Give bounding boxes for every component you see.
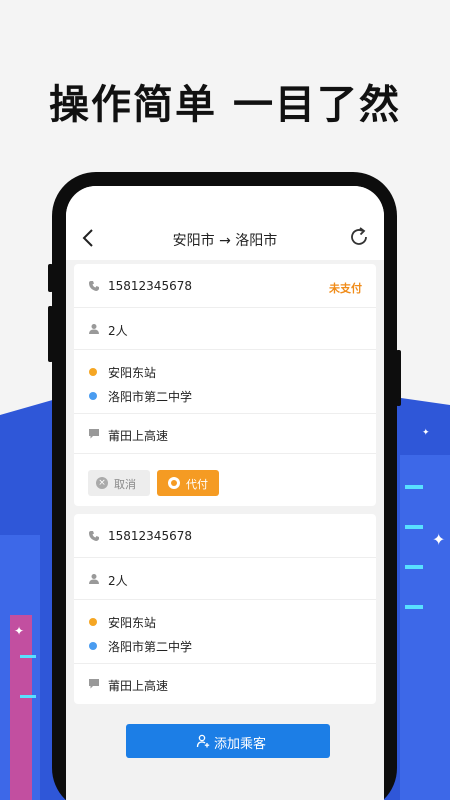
- destination-station: 洛阳市第二中学: [108, 640, 193, 654]
- destination-station: 洛阳市第二中学: [108, 390, 193, 404]
- message-icon: [89, 679, 99, 689]
- origin-station: 安阳东站: [108, 616, 157, 630]
- origin-station: 安阳东站: [108, 366, 157, 380]
- nav-bar: 安阳市 → 洛阳市: [66, 186, 384, 260]
- phone-row: 15812345678: [74, 514, 376, 558]
- route-title: 安阳市 → 洛阳市: [172, 233, 278, 249]
- refresh-icon[interactable]: [348, 226, 370, 248]
- phone-number[interactable]: 15812345678: [108, 529, 192, 543]
- action-row: × 取消 代付: [74, 454, 376, 506]
- remark-row: 莆田上高速: [74, 664, 376, 704]
- svg-text:✦: ✦: [14, 624, 24, 638]
- origin-dot-icon: [89, 368, 97, 376]
- message-icon: [89, 429, 99, 439]
- phone-side-button: [396, 350, 401, 406]
- passenger-count-row: 2人: [74, 308, 376, 350]
- svg-text:✦: ✦: [432, 530, 445, 549]
- cancel-label: 取消: [114, 478, 136, 491]
- route-row: 安阳东站 洛阳市第二中学: [74, 600, 376, 664]
- destination-dot-icon: [89, 642, 97, 650]
- remark-text: 莆田上高速: [108, 429, 169, 443]
- add-passenger-button[interactable]: 添加乘客: [126, 724, 330, 758]
- phone-icon: [89, 531, 99, 541]
- phone-side-button: [48, 306, 53, 362]
- person-icon: [89, 574, 99, 584]
- coin-icon: [168, 477, 180, 489]
- phone-row: 15812345678 未支付: [74, 264, 376, 308]
- cancel-button[interactable]: × 取消: [88, 470, 150, 496]
- pay-label: 代付: [186, 478, 208, 491]
- pay-on-behalf-button[interactable]: 代付: [157, 470, 219, 496]
- payment-status-badge: 未支付: [329, 282, 362, 295]
- order-card: 15812345678 未支付 2人 安阳东站 洛阳市第二中学 莆田上高速 × …: [74, 264, 376, 506]
- phone-icon: [89, 281, 99, 291]
- headline: 操作简单 一目了然: [49, 82, 401, 128]
- passenger-count: 2人: [108, 574, 128, 588]
- origin-dot-icon: [89, 618, 97, 626]
- add-user-icon: [196, 734, 210, 748]
- passenger-count: 2人: [108, 324, 128, 338]
- remark-text: 莆田上高速: [108, 679, 169, 693]
- remark-row: 莆田上高速: [74, 414, 376, 454]
- person-icon: [89, 324, 99, 334]
- svg-text:✦: ✦: [422, 428, 430, 438]
- close-circle-icon: ×: [96, 477, 108, 489]
- destination-dot-icon: [89, 392, 97, 400]
- app-screen: 安阳市 → 洛阳市 15812345678 未支付 2人 安阳东站 洛阳市第二中…: [66, 186, 384, 800]
- add-passenger-label: 添加乘客: [214, 737, 267, 752]
- order-card: 15812345678 2人 安阳东站 洛阳市第二中学 莆田上高速: [74, 514, 376, 704]
- phone-number[interactable]: 15812345678: [108, 279, 192, 293]
- route-row: 安阳东站 洛阳市第二中学: [74, 350, 376, 414]
- passenger-count-row: 2人: [74, 558, 376, 600]
- phone-side-button: [48, 264, 53, 292]
